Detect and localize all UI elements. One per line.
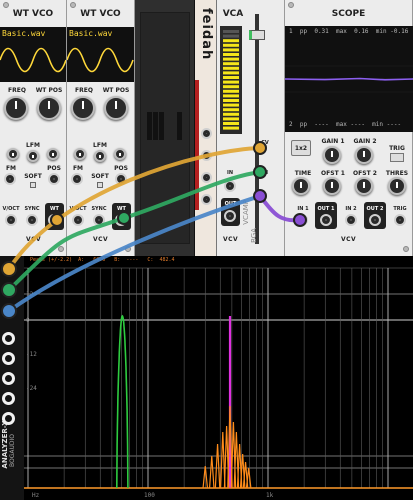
patch-cables <box>1 141 307 319</box>
cable-plug <box>117 211 131 225</box>
cable-plug <box>1 303 17 319</box>
cable-plug <box>253 141 267 155</box>
cable-plug <box>50 213 64 227</box>
cable-plugs <box>1 141 307 319</box>
cable-plug <box>253 189 267 203</box>
patch-cable-green-2 <box>122 170 262 220</box>
cable-plug <box>1 282 17 298</box>
cable-plug <box>293 213 307 227</box>
cable-plug <box>1 261 17 277</box>
cable-plug <box>253 165 267 179</box>
